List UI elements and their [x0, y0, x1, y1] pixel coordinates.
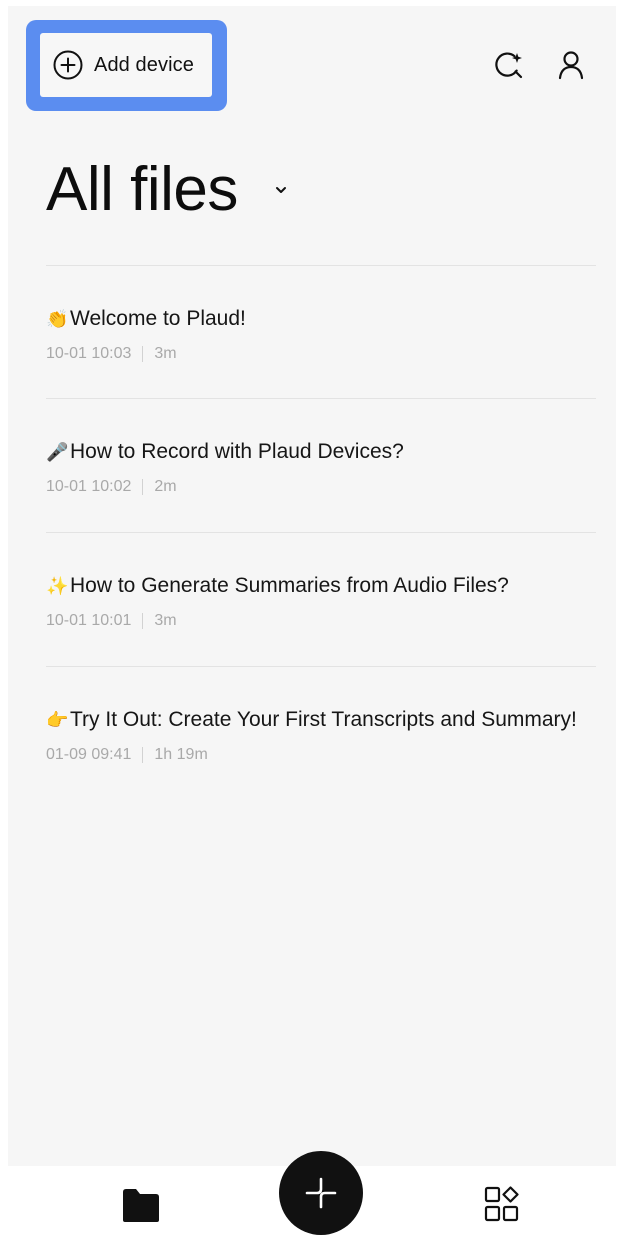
divider: [46, 666, 596, 667]
file-date: 01-09 09:41: [46, 746, 132, 763]
file-meta: 10-01 10:01 3m: [46, 612, 596, 630]
file-title-text: Welcome to Plaud!: [70, 307, 246, 330]
apps-icon[interactable]: [484, 1186, 520, 1222]
file-item[interactable]: 👏Welcome to Plaud! 10-01 10:03 3m: [46, 301, 596, 363]
file-title-text: How to Generate Summaries from Audio Fil…: [70, 574, 509, 597]
file-title: 🎤How to Record with Plaud Devices?: [46, 434, 596, 470]
folder-icon[interactable]: [121, 1186, 161, 1224]
meta-separator: [142, 747, 144, 763]
clapping-hands-icon: 👏: [46, 309, 69, 329]
file-title-text: How to Record with Plaud Devices?: [70, 440, 404, 463]
page-title: All files: [46, 155, 238, 224]
file-date: 10-01 10:02: [46, 478, 132, 495]
record-icon: [305, 1177, 337, 1209]
profile-icon[interactable]: [554, 48, 588, 82]
file-duration: 2m: [154, 478, 177, 495]
add-device-button[interactable]: Add device: [40, 33, 212, 97]
file-title: ✨How to Generate Summaries from Audio Fi…: [46, 568, 596, 604]
divider: [46, 532, 596, 533]
file-meta: 10-01 10:02 2m: [46, 478, 596, 496]
file-item[interactable]: ✨How to Generate Summaries from Audio Fi…: [46, 568, 596, 630]
file-duration: 1h 19m: [154, 746, 208, 763]
divider: [46, 398, 596, 399]
chevron-down-icon: [274, 185, 288, 195]
divider: [46, 265, 596, 266]
ai-search-icon[interactable]: [492, 48, 526, 82]
pointing-hand-icon: 👉: [46, 710, 69, 730]
file-meta: 10-01 10:03 3m: [46, 345, 596, 363]
file-duration: 3m: [154, 612, 177, 629]
sparkles-icon: ✨: [46, 576, 69, 596]
file-item[interactable]: 🎤How to Record with Plaud Devices? 10-01…: [46, 434, 596, 496]
plus-circle-icon: [52, 49, 84, 81]
file-title: 👉Try It Out: Create Your First Transcrip…: [46, 702, 596, 738]
file-title-text: Try It Out: Create Your First Transcript…: [70, 708, 577, 731]
file-date: 10-01 10:01: [46, 612, 132, 629]
file-item[interactable]: 👉Try It Out: Create Your First Transcrip…: [46, 702, 596, 764]
file-meta: 01-09 09:41 1h 19m: [46, 746, 596, 764]
all-files-dropdown[interactable]: All files: [46, 150, 288, 230]
meta-separator: [142, 346, 144, 362]
microphone-icon: 🎤: [46, 442, 69, 462]
meta-separator: [142, 613, 144, 629]
add-device-label: Add device: [94, 53, 194, 76]
file-date: 10-01 10:03: [46, 345, 132, 362]
meta-separator: [142, 479, 144, 495]
record-button[interactable]: [279, 1151, 363, 1235]
file-title: 👏Welcome to Plaud!: [46, 301, 596, 337]
file-duration: 3m: [154, 345, 177, 362]
